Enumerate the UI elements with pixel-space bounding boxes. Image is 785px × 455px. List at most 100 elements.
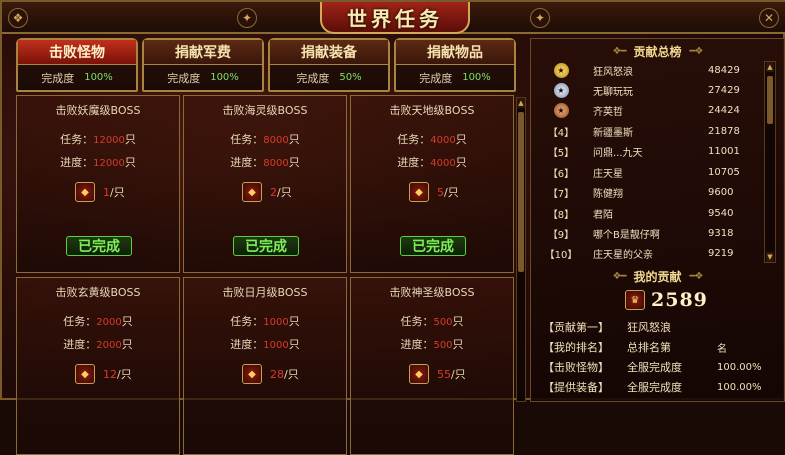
progress-value: 2000: [96, 340, 122, 351]
progress-value: 8000: [263, 158, 289, 169]
world-task-window: ❖ ✦ ✦ ✕ 世界任务 击败怪物 完成度 100% 捐献军费 完成度 100%…: [0, 0, 785, 455]
scroll-up-icon[interactable]: ▲: [766, 62, 774, 72]
progress-label: 完成度: [167, 71, 201, 85]
stat-label: 【贡献第一】: [543, 321, 609, 334]
unit: 只: [121, 338, 133, 351]
player-score: 21878: [708, 126, 740, 137]
task-title: 击败玄黄级BOSS: [55, 286, 141, 299]
close-icon[interactable]: ✕: [759, 8, 779, 28]
rank-number: 【10】: [544, 250, 578, 261]
task-progress: 进度：500只: [351, 336, 513, 352]
task-reward: ◆ 12/只: [75, 364, 132, 384]
reward-badge-icon[interactable]: ◆: [75, 182, 95, 202]
task-target: 任务：12000只: [17, 131, 179, 147]
tab-progress: 完成度 50%: [270, 65, 388, 90]
player-score: 9318: [708, 228, 734, 239]
completed-button[interactable]: 已完成: [400, 236, 466, 256]
ornament-icon: ❖━: [612, 45, 626, 57]
title-plate: 世界任务: [320, 2, 470, 34]
progress-label: 完成度: [419, 71, 453, 85]
task-value: 8000: [263, 135, 289, 146]
tab-donate-funds[interactable]: 捐献军费 完成度 100%: [142, 38, 264, 92]
unit: 只: [452, 338, 464, 351]
rank-row: 【4】 新疆墨斯 21878: [539, 122, 765, 141]
task-card: 击败妖魔级BOSS 任务：12000只 进度：12000只 ◆ 1/只 已完成: [16, 95, 180, 273]
my-score: ♛ 2589: [625, 289, 708, 311]
rank-number: 【9】: [547, 230, 575, 241]
reward-unit: /只: [277, 186, 292, 199]
task-title: 击败妖魔级BOSS: [55, 104, 141, 117]
tab-donate-equipment[interactable]: 捐献装备 完成度 50%: [268, 38, 390, 92]
ranking-scrollbar[interactable]: ▲ ▼: [764, 61, 776, 263]
ornament-icon: ✦: [237, 8, 257, 28]
progress-value: 100%: [462, 72, 491, 83]
title-bar: ❖ ✦ ✦ ✕ 世界任务: [2, 2, 785, 34]
my-score-value: 2589: [651, 289, 708, 311]
tab-progress: 完成度 100%: [396, 65, 514, 90]
task-label: 任务：: [400, 315, 434, 328]
progress-value: 1000: [263, 340, 289, 351]
task-value: 500: [433, 317, 453, 328]
ornament-left-icon: ❖: [8, 8, 28, 28]
rank-row: 【8】 君陌 9540: [539, 204, 765, 223]
player-name: 哪个B是靓仔啊: [593, 230, 660, 241]
reward-unit: /只: [451, 368, 466, 381]
tab-donate-items[interactable]: 捐献物品 完成度 100%: [394, 38, 516, 92]
player-name: 问鼎...九天: [593, 148, 643, 159]
player-score: 27429: [708, 85, 740, 96]
stat-row: 【击败怪物】 全服完成度 100.00%: [543, 357, 779, 377]
stat-row: 【我的排名】 总排名第 名: [543, 337, 779, 357]
task-label: 任务：: [230, 315, 264, 328]
silver-medal-icon: ★: [553, 83, 569, 98]
unit: 只: [455, 133, 467, 146]
player-score: 9540: [708, 208, 734, 219]
player-name: 新疆墨斯: [593, 128, 633, 139]
rank-row: 【6】 庄天星 10705: [539, 163, 765, 182]
scroll-thumb[interactable]: [767, 76, 773, 124]
rank-row: ★ 狂风怒浪 48429: [539, 61, 765, 80]
player-name: 庄天星的父亲: [593, 250, 653, 261]
ranking-panel: ❖━ 贡献总榜 ━❖ ★ 狂风怒浪 48429 ★ 无聊玩玩 27429 ★ 齐…: [530, 38, 785, 402]
stat-extra: 100.00%: [717, 381, 762, 393]
scroll-up-icon[interactable]: ▲: [517, 98, 525, 108]
task-card: 击败天地级BOSS 任务：4000只 进度：4000只 ◆ 5/只 已完成: [350, 95, 514, 273]
completed-button[interactable]: 已完成: [233, 236, 299, 256]
task-label: 任务：: [63, 315, 97, 328]
unit: 只: [121, 315, 133, 328]
reward-badge-icon[interactable]: ◆: [242, 182, 262, 202]
window-title: 世界任务: [347, 6, 443, 31]
tab-defeat-monsters[interactable]: 击败怪物 完成度 100%: [16, 38, 138, 92]
reward-badge-icon[interactable]: ◆: [242, 364, 262, 384]
completed-button[interactable]: 已完成: [66, 236, 132, 256]
progress-label: 完成度: [296, 71, 330, 85]
rank-number: 【5】: [547, 148, 575, 159]
task-reward: ◆ 5/只: [409, 182, 459, 202]
unit: 只: [288, 338, 300, 351]
stat-value: 全服完成度: [627, 361, 682, 374]
rank-row: 【5】 问鼎...九天 11001: [539, 142, 765, 161]
task-label: 任务：: [60, 133, 94, 146]
stat-extra: 名: [717, 343, 727, 355]
rank-row: 【7】 陈健翔 9600: [539, 183, 765, 202]
stat-extra: 100.00%: [717, 361, 762, 373]
progress-label: 进度：: [397, 156, 431, 169]
stat-label: 【我的排名】: [543, 341, 609, 354]
tab-label: 捐献物品: [396, 40, 514, 65]
scroll-thumb[interactable]: [518, 112, 524, 272]
unit: 只: [455, 156, 467, 169]
stat-label: 【击败怪物】: [543, 361, 609, 374]
rank-number: 【8】: [547, 210, 575, 221]
reward-number: 2: [270, 186, 277, 199]
task-list-scrollbar[interactable]: ▲: [516, 97, 526, 402]
progress-value: 500: [433, 340, 453, 351]
reward-badge-icon[interactable]: ◆: [75, 364, 95, 384]
reward-badge-icon[interactable]: ◆: [409, 182, 429, 202]
player-name: 庄天星: [593, 169, 623, 180]
rank-row: 【10】 庄天星的父亲 9219: [539, 244, 765, 263]
player-name: 陈健翔: [593, 189, 623, 200]
scroll-down-icon[interactable]: ▼: [766, 252, 774, 262]
player-score: 9219: [708, 248, 734, 259]
task-card: 击败海灵级BOSS 任务：8000只 进度：8000只 ◆ 2/只 已完成: [183, 95, 347, 273]
reward-badge-icon[interactable]: ◆: [409, 364, 429, 384]
gold-medal-icon: ★: [553, 63, 569, 78]
